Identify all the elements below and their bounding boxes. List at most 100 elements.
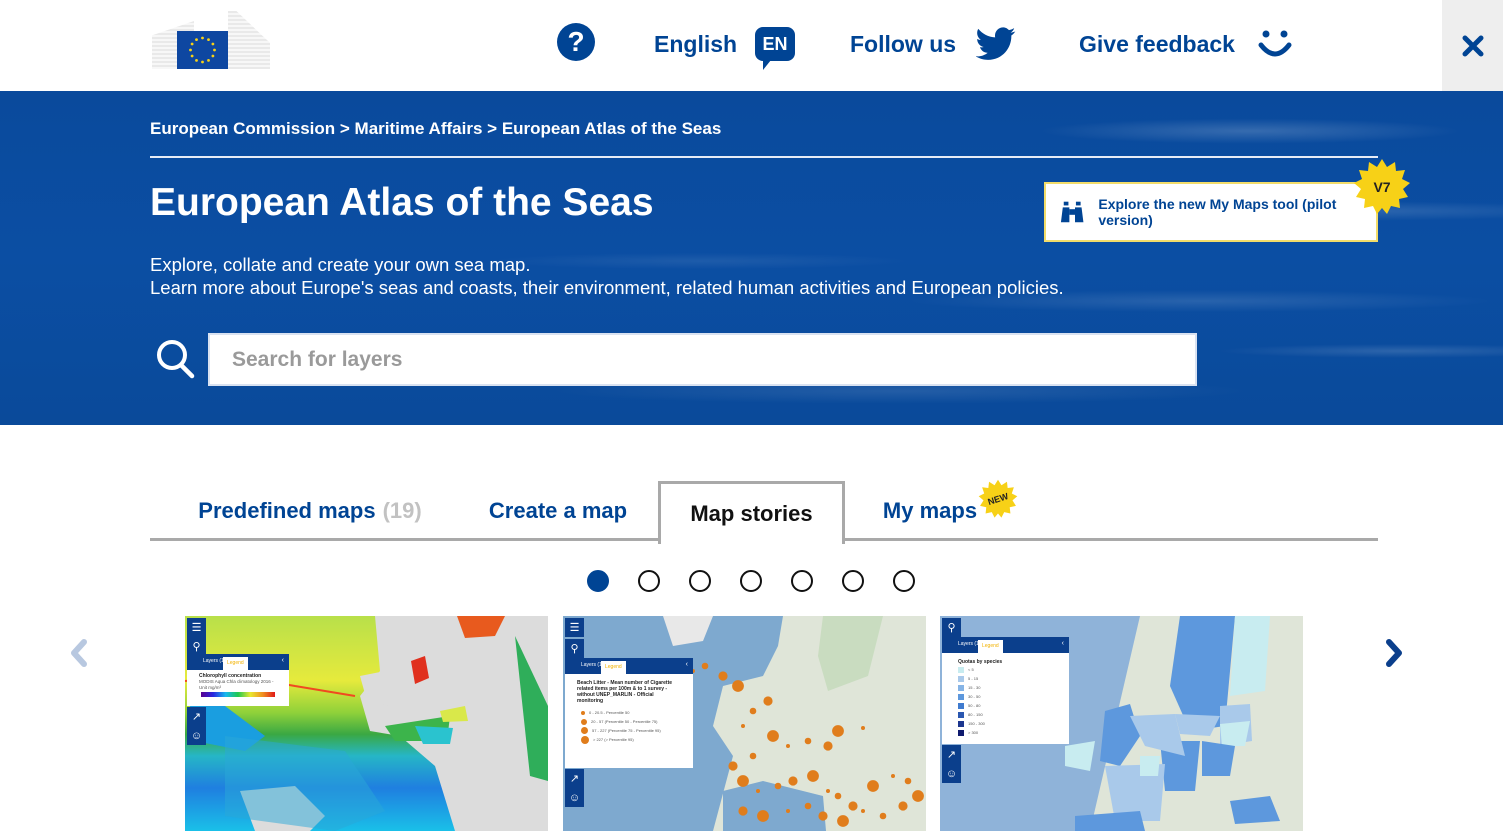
litter-marker: [786, 809, 790, 813]
legend-swatch: [958, 720, 964, 727]
close-button[interactable]: [1442, 0, 1503, 91]
litter-marker: [861, 726, 865, 730]
pagination-dot[interactable]: [842, 570, 864, 592]
give-feedback-label: Give feedback: [1079, 30, 1235, 57]
legend-item: 50 - 80: [942, 701, 1069, 710]
litter-marker: [867, 780, 879, 792]
litter-marker: [701, 662, 709, 670]
pagination-dot[interactable]: [740, 570, 762, 592]
legend-item: < 5: [942, 665, 1069, 674]
tab-label: Create a map: [488, 498, 628, 523]
legend-tab-legend: Legend: [223, 657, 248, 670]
litter-marker: [788, 776, 798, 786]
help-button[interactable]: ?: [557, 23, 595, 61]
legend-item: 30 - 50: [942, 692, 1069, 701]
give-feedback-link[interactable]: Give feedback: [1079, 24, 1293, 64]
share-icon: ↗: [565, 769, 584, 788]
breadcrumb-item[interactable]: European Atlas of the Seas: [502, 119, 721, 138]
carousel-prev-button[interactable]: [66, 636, 92, 675]
version-label: V7: [1373, 179, 1391, 195]
page-title: European Atlas of the Seas: [150, 181, 654, 224]
litter-marker: [757, 810, 769, 822]
carousel-pagination: [587, 570, 915, 592]
legend-subtitle: MODIS Aqua Chla climatology 2016 - Unit …: [199, 679, 274, 690]
close-icon: [1462, 35, 1483, 56]
breadcrumb: European Commission > Maritime Affairs >…: [150, 119, 721, 139]
legend-swatch: [958, 684, 964, 691]
map-legend-panel: Layers (1) Legend ‹ Beach Litter - Mean …: [565, 658, 693, 768]
litter-marker: [898, 801, 908, 811]
legend-header: Layers (1) Legend ‹: [565, 658, 693, 674]
follow-us-link[interactable]: Follow us: [850, 24, 1016, 64]
tab-create-a-map[interactable]: Create a map: [468, 481, 648, 541]
litter-marker: [804, 737, 812, 745]
legend-item: > 300: [942, 728, 1069, 737]
pagination-dot[interactable]: [791, 570, 813, 592]
litter-marker: [774, 782, 782, 790]
follow-us-label: Follow us: [850, 30, 957, 57]
legend-tab-legend: Legend: [978, 640, 1003, 653]
map-thumbnail: [185, 616, 548, 831]
map-story-card[interactable]: ☰ ⚲ Layers (1) Legend ‹ Chlorophyll conc…: [185, 616, 548, 831]
map-legend-panel: Layers (1) Legend ‹ Chlorophyll concentr…: [187, 654, 289, 706]
pagination-dot[interactable]: [587, 570, 609, 592]
pagination-dot[interactable]: [689, 570, 711, 592]
legend-title: Beach Litter - Mean number of Cigarette …: [577, 680, 673, 704]
legend-title: Chlorophyll concentration: [199, 673, 262, 679]
litter-marker: [837, 815, 849, 827]
tab-count: (19): [382, 498, 422, 523]
litter-marker: [749, 752, 757, 760]
share-icon: ↗: [187, 707, 206, 726]
litter-marker: [718, 671, 728, 681]
my-maps-promo-button[interactable]: Explore the new My Maps tool (pilot vers…: [1044, 182, 1378, 242]
map-story-card[interactable]: ⚲ Layers (1) Legend ‹ Quotas by species …: [940, 616, 1303, 831]
litter-marker: [912, 790, 924, 802]
tab-map-stories[interactable]: Map stories: [658, 481, 845, 544]
search-field: [208, 333, 1197, 386]
litter-marker: [737, 775, 749, 787]
tab-label: My maps: [882, 498, 978, 523]
page-description: Explore, collate and create your own sea…: [150, 253, 1064, 299]
litter-marker: [732, 680, 744, 692]
legend-item: > 227 (> Percentile 95): [565, 735, 693, 744]
language-label: English: [654, 30, 738, 57]
legend-item: 80 - 150: [942, 710, 1069, 719]
legend-item: 57 - 227 (Percentile 75 - Percentile 95): [565, 726, 693, 735]
smiley-icon: ☺: [942, 764, 961, 783]
breadcrumb-separator: >: [339, 119, 350, 138]
pagination-dot[interactable]: [638, 570, 660, 592]
menu-icon: ☰: [565, 618, 584, 637]
eu-flag-icon: [177, 31, 228, 69]
language-selector[interactable]: English EN: [654, 24, 796, 70]
legend-item: 20 - 57 (Percentile 50 - Percentile 75): [565, 717, 693, 726]
legend-tab-legend: Legend: [601, 661, 626, 674]
description-line: Explore, collate and create your own sea…: [150, 254, 531, 275]
legend-swatch: [958, 675, 964, 682]
hero-banner: European Commission > Maritime Affairs >…: [0, 91, 1503, 425]
search-input[interactable]: [210, 335, 1195, 384]
map-legend-panel: Layers (1) Legend ‹ Quotas by species < …: [942, 637, 1069, 744]
breadcrumb-item[interactable]: Maritime Affairs: [355, 119, 483, 138]
litter-marker: [804, 802, 812, 810]
legend-item: 5 - 15: [942, 674, 1069, 683]
search-button[interactable]: [154, 337, 198, 386]
collapse-icon: ‹: [1061, 640, 1064, 647]
legend-swatch: [958, 693, 964, 700]
legend-item: 0 - 20.5 - Percentile 50: [565, 708, 693, 717]
litter-marker: [832, 725, 844, 737]
search-icon: ⚲: [942, 618, 961, 637]
pagination-dot[interactable]: [893, 570, 915, 592]
carousel-next-button[interactable]: [1381, 636, 1407, 675]
breadcrumb-item[interactable]: European Commission: [150, 119, 335, 138]
tab-predefined-maps[interactable]: Predefined maps (19): [180, 481, 440, 541]
chevron-right-icon: [1386, 639, 1402, 667]
tab-my-maps[interactable]: My maps: [870, 481, 990, 541]
litter-marker: [786, 744, 790, 748]
divider: [150, 156, 1378, 158]
top-bar: ? English EN Follow us Give feedback: [0, 0, 1503, 91]
search-icon: [157, 340, 195, 379]
legend-title: Quotas by species: [958, 659, 1003, 665]
european-commission-logo[interactable]: [152, 11, 270, 71]
map-story-card[interactable]: ☰ ⚲ Layers (1) Legend ‹ Beach Litter - M…: [563, 616, 926, 831]
share-icon: ↗: [942, 745, 961, 764]
